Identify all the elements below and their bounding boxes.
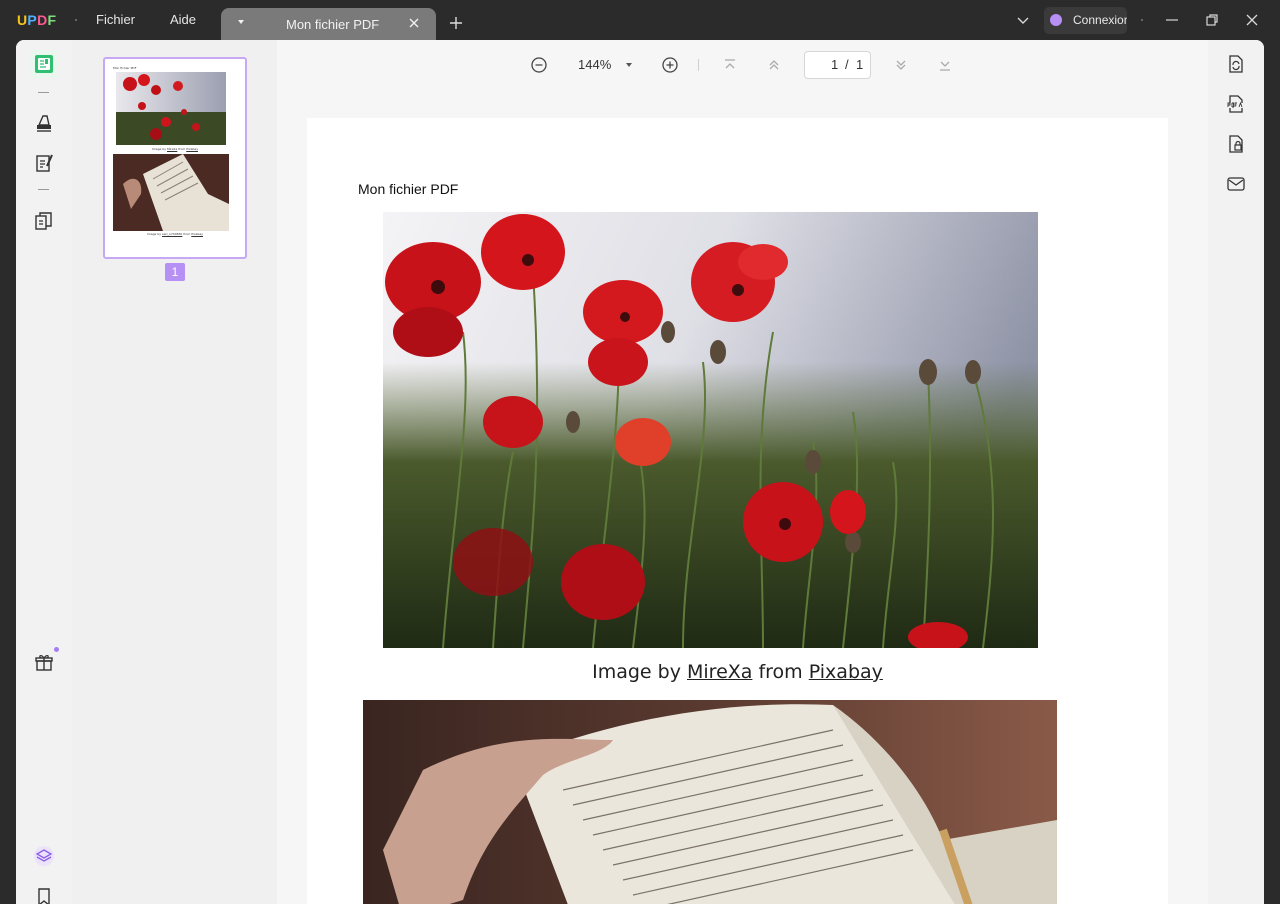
first-page-button[interactable]	[720, 55, 740, 75]
highlighter-icon	[37, 115, 51, 132]
double-chevron-up-icon	[769, 60, 779, 70]
main-window: Mon fichier PDF Image by MireXa from Pix…	[16, 40, 1264, 904]
pdf-page: Mon fichier PDF Image by MireXa from Pix…	[307, 118, 1168, 904]
thumbnail-book-image	[113, 154, 229, 231]
edit-pdf-icon	[36, 154, 53, 172]
double-chevron-down-icon	[896, 60, 906, 70]
pdfa-icon	[1227, 95, 1245, 113]
layers-button[interactable]	[30, 842, 58, 870]
thumbnail-caption-2: Image by sarl_1700830 from Pixabay	[147, 232, 203, 236]
new-tab-icon[interactable]	[449, 16, 463, 30]
updf-logo[interactable]: UPDF	[17, 12, 56, 28]
thumbnail-caption-1: Image by MireXa from Pixabay	[152, 147, 198, 151]
avatar	[1050, 14, 1062, 26]
next-page-button[interactable]	[891, 55, 911, 75]
gift-icon	[35, 655, 53, 671]
last-page-icon	[940, 61, 950, 71]
restore-icon[interactable]	[1204, 12, 1220, 28]
author-link[interactable]: MireXa	[687, 661, 752, 683]
mail-icon	[1227, 177, 1245, 191]
previous-page-button[interactable]	[764, 55, 784, 75]
zoom-out-button[interactable]	[529, 55, 549, 75]
lock-file-icon	[1229, 135, 1243, 153]
login-label: Connexion	[1073, 13, 1127, 27]
thumbnail-title: Mon fichier PDF	[113, 66, 137, 70]
menu-separator	[75, 19, 77, 21]
reader-mode-button[interactable]	[30, 50, 58, 78]
layers-icon	[34, 846, 54, 866]
poppy-photo	[383, 212, 1038, 648]
convert-pdf-button[interactable]	[1225, 53, 1247, 75]
image-caption: Image by MireXa from Pixabay	[592, 661, 883, 683]
zoom-in-button[interactable]	[660, 55, 680, 75]
toolbar-divider	[698, 59, 699, 71]
first-page-icon	[725, 59, 735, 69]
chevron-down-icon[interactable]	[1015, 12, 1031, 28]
document-viewer: 144% 1 / 1 Mon fichier PDF Image by Mire…	[277, 40, 1208, 904]
thumbnail-poppy-image	[116, 72, 226, 145]
comment-tool-button[interactable]	[30, 109, 58, 137]
zoom-dropdown-icon[interactable]	[626, 63, 632, 67]
tab-close-icon[interactable]	[407, 16, 421, 30]
organize-pages-button[interactable]	[30, 207, 58, 235]
rail-divider	[38, 189, 49, 190]
pdf-title-text: Mon fichier PDF	[358, 181, 459, 197]
tab-title: Mon fichier PDF	[286, 17, 380, 32]
close-icon[interactable]	[1244, 12, 1260, 28]
zoom-in-icon	[662, 57, 678, 73]
right-tool-rail	[1208, 40, 1264, 904]
last-page-button[interactable]	[935, 55, 955, 75]
pdfa-button[interactable]	[1225, 93, 1247, 115]
source-link[interactable]: Pixabay	[809, 661, 883, 683]
document-tab[interactable]: Mon fichier PDF	[221, 8, 436, 40]
convert-icon	[1229, 55, 1243, 73]
reader-icon	[35, 55, 53, 73]
thumbnail-panel: Mon fichier PDF Image by MireXa from Pix…	[72, 40, 277, 904]
rail-divider	[38, 92, 49, 93]
share-email-button[interactable]	[1225, 173, 1247, 195]
left-tool-rail	[16, 40, 72, 904]
tab-dropdown-icon[interactable]	[238, 20, 244, 24]
title-bar: UPDF Fichier Aide Mon fichier PDF Connex…	[0, 0, 1280, 40]
window-separator	[1141, 19, 1143, 21]
bookmark-button[interactable]	[30, 883, 58, 904]
edit-tool-button[interactable]	[30, 149, 58, 177]
menu-help[interactable]: Aide	[170, 12, 196, 27]
page-thumbnail[interactable]: Mon fichier PDF Image by MireXa from Pix…	[103, 57, 247, 259]
page-number-badge: 1	[165, 263, 185, 281]
login-button[interactable]: Connexion	[1044, 7, 1127, 34]
page-number-input[interactable]: 1 / 1	[804, 51, 871, 79]
book-photo	[363, 700, 1057, 904]
gift-button[interactable]	[30, 648, 58, 676]
notification-dot	[54, 647, 59, 652]
bookmark-icon	[38, 888, 50, 904]
pages-icon	[35, 212, 52, 230]
protect-pdf-button[interactable]	[1225, 133, 1247, 155]
minimize-icon[interactable]	[1164, 12, 1180, 28]
zoom-out-icon	[531, 57, 547, 73]
menu-file[interactable]: Fichier	[96, 12, 135, 27]
zoom-level[interactable]: 144%	[578, 57, 611, 72]
